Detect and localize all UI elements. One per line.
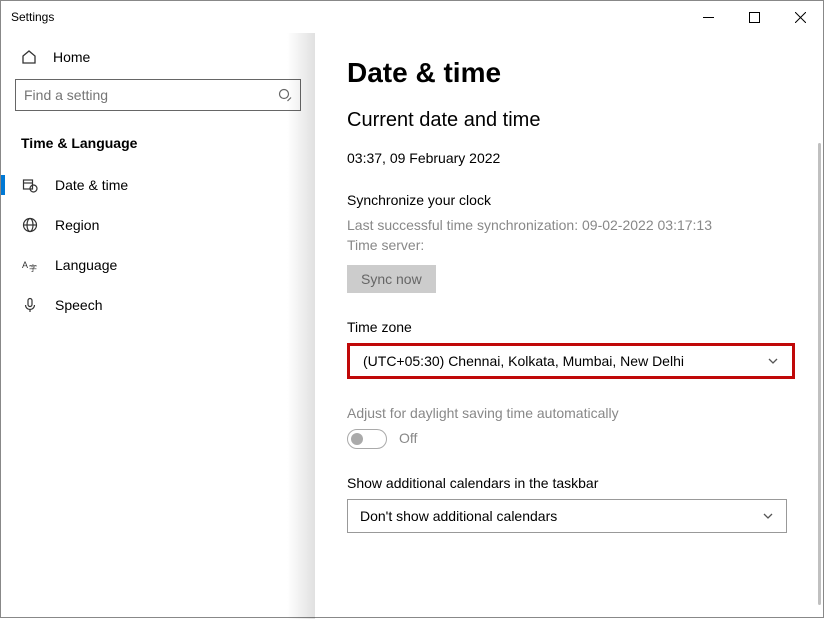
toggle-knob <box>351 433 363 445</box>
home-icon <box>21 49 37 65</box>
svg-text:字: 字 <box>29 263 37 273</box>
sidebar-item-language[interactable]: A字 Language <box>1 245 315 285</box>
search-icon <box>278 88 292 102</box>
calendar-clock-icon <box>21 177 39 193</box>
main-content: Date & time Current date and time 03:37,… <box>315 33 823 619</box>
search-input-wrap[interactable] <box>15 79 301 111</box>
sync-now-button[interactable]: Sync now <box>347 265 436 293</box>
sync-heading: Synchronize your clock <box>347 192 795 208</box>
section-subtitle: Current date and time <box>347 109 795 132</box>
maximize-button[interactable] <box>731 1 777 33</box>
current-datetime: 03:37, 09 February 2022 <box>347 150 795 166</box>
search-input[interactable] <box>24 87 278 103</box>
sidebar-item-speech[interactable]: Speech <box>1 285 315 325</box>
home-label: Home <box>53 49 90 65</box>
microphone-icon <box>21 297 39 313</box>
sidebar-item-region[interactable]: Region <box>1 205 315 245</box>
minimize-button[interactable] <box>685 1 731 33</box>
window-controls <box>685 1 823 33</box>
calendars-label: Show additional calendars in the taskbar <box>347 475 795 491</box>
chevron-down-icon <box>762 510 774 522</box>
globe-icon <box>21 217 39 233</box>
scrollbar[interactable] <box>818 143 821 605</box>
dst-value: Off <box>399 429 417 449</box>
sidebar-item-date-time[interactable]: Date & time <box>1 165 315 205</box>
sidebar-category: Time & Language <box>1 129 315 165</box>
chevron-down-icon <box>767 355 779 367</box>
calendars-dropdown[interactable]: Don't show additional calendars <box>347 499 787 533</box>
language-icon: A字 <box>21 257 39 273</box>
page-title: Date & time <box>347 57 795 89</box>
home-nav[interactable]: Home <box>1 41 315 79</box>
sync-server: Time server: <box>347 236 795 256</box>
timezone-value: (UTC+05:30) Chennai, Kolkata, Mumbai, Ne… <box>363 353 684 369</box>
sidebar-item-label: Date & time <box>55 177 128 193</box>
title-bar: Settings <box>1 1 823 33</box>
calendars-value: Don't show additional calendars <box>360 508 557 524</box>
sidebar-item-label: Speech <box>55 297 102 313</box>
timezone-dropdown[interactable]: (UTC+05:30) Chennai, Kolkata, Mumbai, Ne… <box>351 347 791 375</box>
sidebar-item-label: Language <box>55 257 117 273</box>
sidebar-item-label: Region <box>55 217 99 233</box>
timezone-label: Time zone <box>347 319 795 335</box>
close-button[interactable] <box>777 1 823 33</box>
sync-last-success: Last successful time synchronization: 09… <box>347 216 795 236</box>
window-title: Settings <box>11 10 54 24</box>
sidebar: Home Time & Language Date & time Region <box>1 33 315 619</box>
svg-text:A: A <box>22 260 28 270</box>
timezone-highlight: (UTC+05:30) Chennai, Kolkata, Mumbai, Ne… <box>347 343 795 379</box>
dst-label: Adjust for daylight saving time automati… <box>347 405 795 421</box>
dst-toggle <box>347 429 387 449</box>
